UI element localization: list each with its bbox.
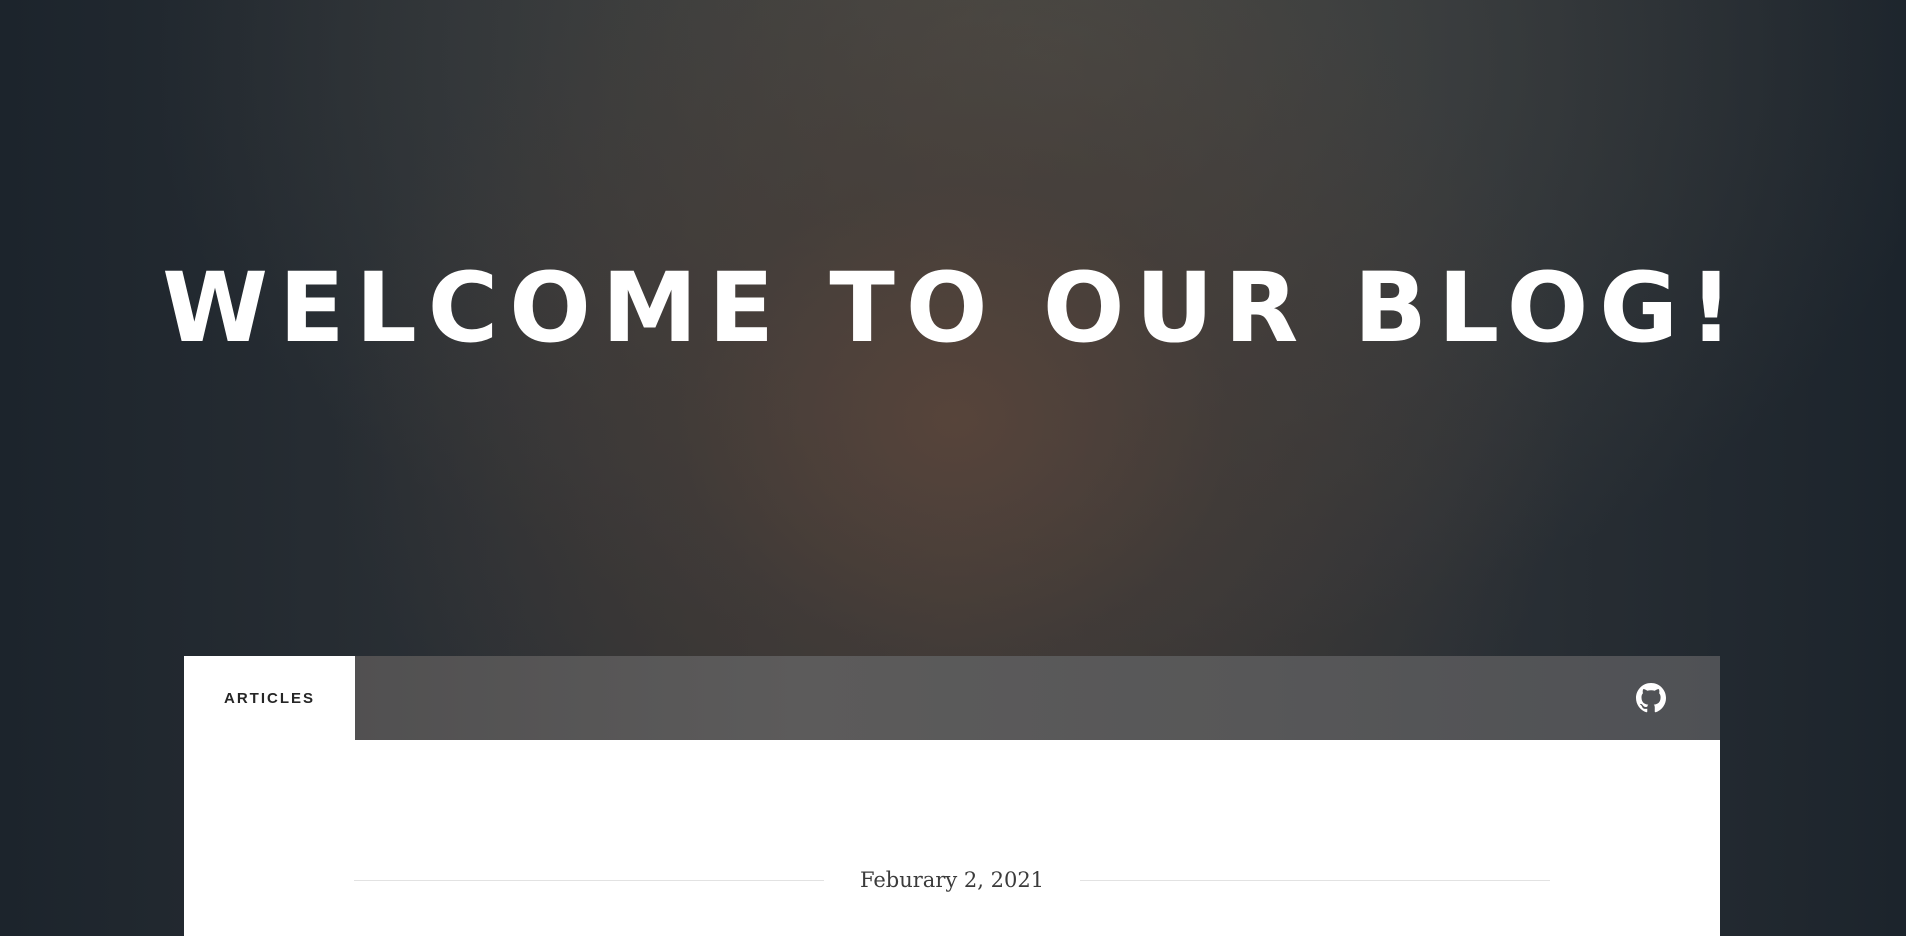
nav-tab-label: ARTICLES — [224, 689, 315, 707]
nav-tab-articles[interactable]: ARTICLES — [184, 656, 355, 740]
content-area: Feburary 2, 2021 — [184, 740, 1720, 936]
date-divider-left — [354, 880, 824, 881]
post-date-row: Feburary 2, 2021 — [354, 865, 1550, 895]
page-background: WELCOME TO OUR BLOG! ARTICLES Feburary 2… — [0, 0, 1906, 936]
nav-bar: ARTICLES — [184, 656, 1720, 740]
post-date: Feburary 2, 2021 — [859, 868, 1045, 892]
date-divider-right — [1080, 880, 1550, 881]
github-link[interactable] — [1636, 683, 1666, 713]
main-panel: ARTICLES Feburary 2, 2021 — [184, 656, 1720, 936]
hero-title: WELCOME TO OUR BLOG! — [162, 252, 1744, 364]
github-icon — [1636, 683, 1666, 713]
